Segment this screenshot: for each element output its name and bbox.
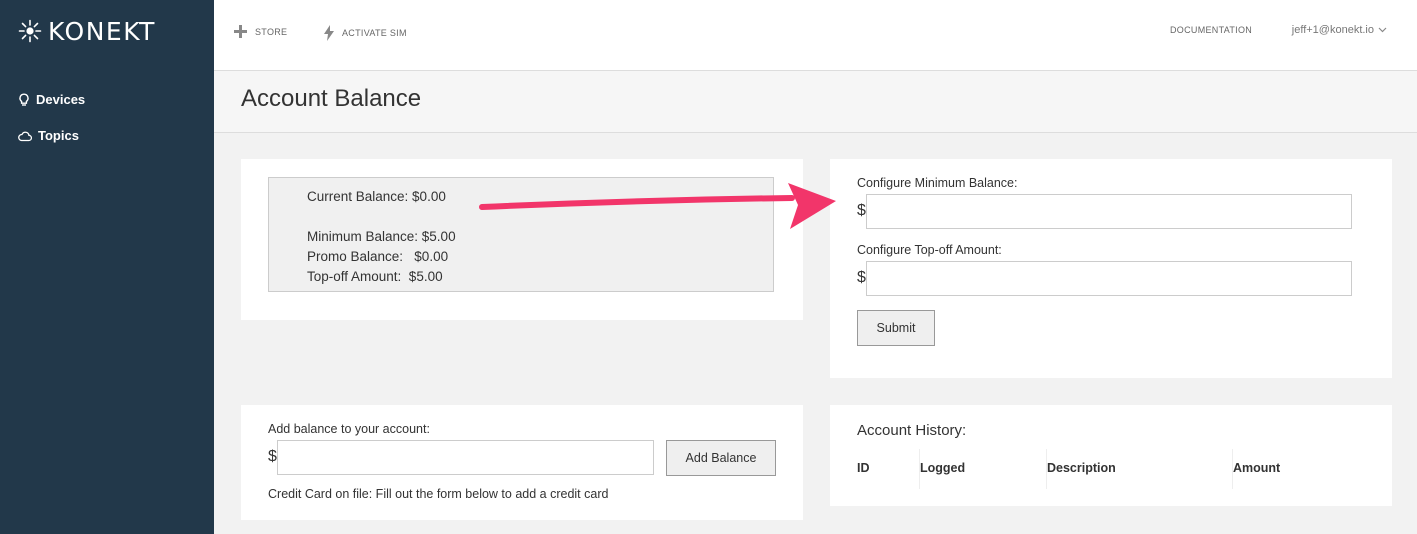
column-header-logged: Logged (920, 461, 966, 475)
account-history-title: Account History: (857, 422, 967, 439)
chevron-down-icon (1378, 27, 1387, 33)
column-header-amount: Amount (1233, 461, 1281, 475)
lightning-icon (324, 25, 334, 41)
promo-balance-text: Promo Balance: $0.00 (307, 249, 449, 264)
account-history-card: Account History: ID Logged Description A… (830, 405, 1392, 506)
brand-logo[interactable]: KONEKT (18, 16, 156, 46)
topoff-amount-text: Top-off Amount: $5.00 (307, 269, 443, 284)
page-title: Account Balance (241, 85, 422, 112)
cloud-icon (18, 131, 32, 141)
top-navbar: STORE ACTIVATE SIM DOCUMENTATION jeff+1@… (214, 0, 1417, 71)
currency-symbol: $ (268, 448, 277, 465)
column-header-description: Description (1047, 461, 1116, 475)
lightbulb-icon (19, 92, 29, 106)
credit-card-note: Credit Card on file: Fill out the form b… (268, 487, 609, 501)
nav-activate-sim[interactable]: ACTIVATE SIM (324, 25, 407, 41)
column-header-id: ID (857, 461, 870, 475)
sidebar-item-devices[interactable]: Devices (18, 92, 85, 107)
currency-symbol: $ (857, 269, 866, 286)
nav-store-label: STORE (255, 26, 288, 37)
konekt-logo-icon (18, 19, 42, 43)
min-balance-label: Configure Minimum Balance: (857, 176, 1018, 190)
sidebar-item-label: Devices (36, 92, 86, 107)
minimum-balance-text: Minimum Balance: $5.00 (307, 229, 456, 244)
topoff-amount-label: Configure Top-off Amount: (857, 243, 1002, 257)
plus-icon (234, 25, 247, 38)
page-header: Account Balance (214, 71, 1417, 133)
user-email: jeff+1@konekt.io (1291, 24, 1374, 36)
add-balance-input[interactable] (277, 440, 654, 475)
nav-docs-label: DOCUMENTATION (1170, 25, 1253, 35)
balance-summary-card: Current Balance: $0.00 Minimum Balance: … (241, 159, 803, 320)
user-menu[interactable]: jeff+1@konekt.io (1292, 24, 1387, 36)
nav-store[interactable]: STORE (234, 25, 287, 38)
currency-symbol: $ (857, 202, 866, 219)
current-balance-text: Current Balance: $0.00 (307, 189, 446, 204)
nav-activate-label: ACTIVATE SIM (342, 28, 407, 38)
nav-documentation[interactable]: DOCUMENTATION (1170, 25, 1252, 35)
brand-name: KONEKT (48, 16, 156, 46)
add-balance-card: Add balance to your account: $ Add Balan… (241, 405, 803, 520)
sidebar-item-topics[interactable]: Topics (18, 128, 79, 143)
balance-summary-box: Current Balance: $0.00 Minimum Balance: … (268, 177, 774, 292)
sidebar: KONEKT Devices Topics (0, 0, 214, 534)
add-balance-button[interactable]: Add Balance (666, 440, 776, 476)
min-balance-input[interactable] (866, 194, 1352, 229)
submit-button[interactable]: Submit (857, 310, 935, 346)
topoff-amount-input[interactable] (866, 261, 1352, 296)
configure-balance-card: Configure Minimum Balance: $ Configure T… (830, 159, 1392, 378)
add-balance-label: Add balance to your account: (268, 422, 430, 436)
sidebar-item-label: Topics (38, 128, 79, 143)
